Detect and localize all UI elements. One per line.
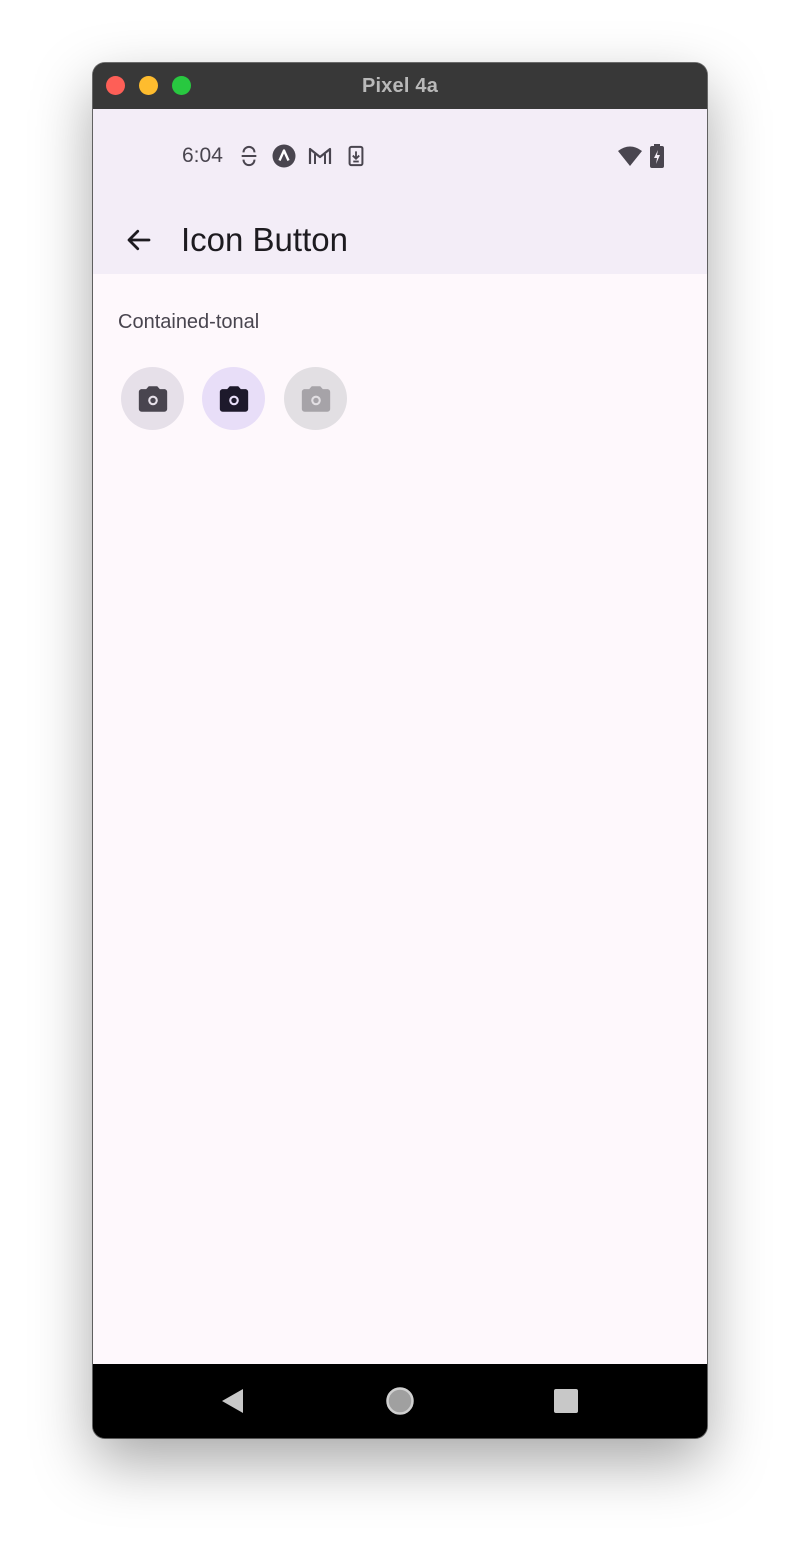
window-title: Pixel 4a xyxy=(361,74,439,97)
download-icon xyxy=(345,145,367,167)
page-title: Icon Button xyxy=(181,221,348,258)
nav-back-button[interactable] xyxy=(215,1384,249,1418)
top-app-bar: 6:04 Icon Button xyxy=(93,109,707,274)
device-screen: 6:04 Icon Button Contained-tonal xyxy=(93,109,707,1364)
toolbar: Icon Button xyxy=(93,204,707,274)
camera-icon xyxy=(138,385,167,412)
camera-button-disabled[interactable] xyxy=(284,367,347,430)
nav-home-button[interactable] xyxy=(383,1384,417,1418)
status-time: 6:04 xyxy=(182,144,223,167)
minimize-window-button[interactable] xyxy=(139,76,158,95)
camera-button-default[interactable] xyxy=(121,367,184,430)
window-titlebar[interactable]: Pixel 4a xyxy=(93,63,707,109)
section-label: Contained-tonal xyxy=(118,311,260,333)
recents-square-icon xyxy=(554,1389,578,1413)
camera-icon xyxy=(219,385,248,412)
status-bar: 6:04 xyxy=(93,109,707,204)
emulator-window: Pixel 4a 6:04 Icon Button Contained-tona… xyxy=(93,63,707,1438)
desktop-stage: Pixel 4a 6:04 Icon Button Contained-tona… xyxy=(0,0,800,1561)
wifi-icon xyxy=(617,145,643,167)
battery-charging-icon xyxy=(650,144,664,168)
back-triangle-icon xyxy=(222,1389,243,1413)
camera-icon xyxy=(301,385,330,412)
gmail-icon xyxy=(308,145,332,167)
arrow-back-icon xyxy=(127,229,151,251)
home-circle-icon xyxy=(386,1387,414,1415)
system-navigation-bar xyxy=(93,1364,707,1438)
camera-button-selected[interactable] xyxy=(202,367,265,430)
close-window-button[interactable] xyxy=(106,76,125,95)
maximize-window-button[interactable] xyxy=(172,76,191,95)
app-a-icon xyxy=(272,144,296,168)
back-button[interactable] xyxy=(115,216,163,264)
sync-icon xyxy=(238,145,260,167)
nav-recents-button[interactable] xyxy=(549,1384,583,1418)
